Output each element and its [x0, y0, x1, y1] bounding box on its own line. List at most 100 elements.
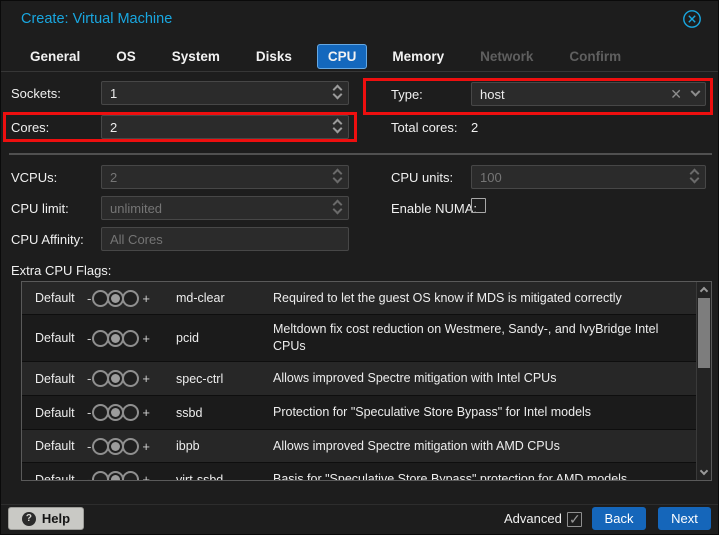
question-mark-icon: ?	[22, 512, 36, 526]
flag-name: virt-ssbd	[176, 473, 273, 482]
scroll-down-icon[interactable]	[700, 467, 708, 475]
cpu-type-label: Type:	[391, 87, 423, 102]
advanced-label: Advanced	[504, 511, 562, 526]
slider-stop-on[interactable]	[122, 404, 139, 421]
tab-network: Network	[469, 44, 544, 69]
cpu-units-input[interactable]: 100	[471, 165, 706, 189]
scroll-up-icon[interactable]	[700, 287, 708, 295]
plus-icon[interactable]: +	[139, 291, 153, 306]
flag-row-ssbd: Default -+ ssbd Protection for "Speculat…	[22, 396, 711, 430]
flag-name: pcid	[176, 331, 273, 345]
cpu-flags-table: Default -+ md-clear Required to let the …	[21, 281, 712, 481]
tab-memory[interactable]: Memory	[381, 44, 455, 69]
slider-stop-on[interactable]	[122, 330, 139, 347]
flag-default-label: Default	[22, 439, 84, 453]
plus-icon[interactable]: +	[139, 331, 153, 346]
flag-name: ssbd	[176, 406, 273, 420]
tab-system[interactable]: System	[161, 44, 231, 69]
sockets-value: 1	[110, 86, 326, 101]
cpu-limit-value: unlimited	[110, 201, 326, 216]
flag-name: md-clear	[176, 291, 273, 305]
cpu-units-label: CPU units:	[391, 170, 453, 185]
flag-row-md-clear: Default -+ md-clear Required to let the …	[22, 282, 711, 315]
tabs-separator	[1, 71, 719, 72]
tristate-slider[interactable]: -+	[84, 438, 153, 455]
cores-value: 2	[110, 120, 326, 135]
clear-icon[interactable]: ✕	[670, 87, 682, 101]
flag-description: Protection for "Speculative Store Bypass…	[273, 404, 711, 421]
tab-confirm: Confirm	[558, 44, 632, 69]
flag-name: spec-ctrl	[176, 372, 273, 386]
tristate-slider[interactable]: -+	[84, 370, 153, 387]
tab-general[interactable]: General	[19, 44, 91, 69]
flag-default-label: Default	[22, 473, 84, 482]
vcpus-spinner	[334, 170, 341, 182]
plus-icon[interactable]: +	[139, 371, 153, 386]
flag-description: Allows improved Spectre mitigation with …	[273, 438, 711, 455]
flags-scrollbar[interactable]	[696, 282, 711, 480]
spin-down-icon	[333, 205, 343, 215]
enable-numa-label: Enable NUMA:	[391, 201, 477, 216]
next-button[interactable]: Next	[658, 507, 711, 530]
cpu-limit-spinner	[334, 201, 341, 213]
create-vm-dialog: Create: Virtual Machine General OS Syste…	[0, 0, 719, 535]
vcpus-input: 2	[101, 165, 349, 189]
advanced-checkbox[interactable]	[567, 512, 582, 527]
plus-icon[interactable]: +	[139, 439, 153, 454]
cores-input[interactable]: 2	[101, 115, 349, 139]
flag-description: Meltdown fix cost reduction on Westmere,…	[273, 321, 711, 355]
flag-description: Basis for "Speculative Store Bypass" pro…	[273, 471, 711, 481]
tab-bar: General OS System Disks CPU Memory Netwo…	[19, 41, 646, 71]
spin-down-icon[interactable]	[333, 124, 343, 134]
slider-stop-on[interactable]	[122, 370, 139, 387]
flag-description: Allows improved Spectre mitigation with …	[273, 370, 711, 387]
slider-stop-on[interactable]	[122, 438, 139, 455]
sockets-spinner[interactable]	[334, 86, 341, 98]
spin-down-icon[interactable]	[333, 90, 343, 100]
slider-stop-on[interactable]	[122, 290, 139, 307]
vcpus-value: 2	[110, 170, 326, 185]
cpu-limit-input: unlimited	[101, 196, 349, 220]
dialog-title: Create: Virtual Machine	[21, 11, 172, 27]
tristate-slider[interactable]: -+	[84, 471, 153, 481]
flag-row-ibpb: Default -+ ibpb Allows improved Spectre …	[22, 430, 711, 463]
plus-icon[interactable]: +	[139, 405, 153, 420]
cores-spinner[interactable]	[334, 120, 341, 132]
flag-default-label: Default	[22, 331, 84, 345]
flag-name: ibpb	[176, 439, 273, 453]
tristate-slider[interactable]: -+	[84, 404, 153, 421]
close-icon[interactable]	[682, 9, 702, 29]
tab-disks[interactable]: Disks	[245, 44, 303, 69]
tab-cpu[interactable]: CPU	[317, 44, 368, 69]
cpu-type-combobox[interactable]: host ✕	[471, 82, 706, 106]
vcpus-label: VCPUs:	[11, 170, 57, 185]
extra-cpu-flags-label: Extra CPU Flags:	[11, 263, 111, 278]
cores-label: Cores:	[11, 120, 49, 135]
back-button[interactable]: Back	[592, 507, 646, 530]
sockets-input[interactable]: 1	[101, 81, 349, 105]
spin-down-icon[interactable]	[690, 174, 700, 184]
flag-row-virt-ssbd: Default -+ virt-ssbd Basis for "Speculat…	[22, 463, 711, 481]
help-button[interactable]: ? Help	[8, 507, 84, 530]
total-cores-value: 2	[471, 120, 478, 135]
sockets-label: Sockets:	[11, 86, 61, 101]
flag-row-spec-ctrl: Default -+ spec-ctrl Allows improved Spe…	[22, 362, 711, 396]
flag-row-pcid: Default -+ pcid Meltdown fix cost reduct…	[22, 315, 711, 362]
flag-default-label: Default	[22, 372, 84, 386]
tab-os[interactable]: OS	[105, 44, 147, 69]
slider-stop-on[interactable]	[122, 471, 139, 481]
cpu-units-value: 100	[480, 170, 683, 185]
total-cores-label: Total cores:	[391, 120, 457, 135]
cpu-affinity-input: All Cores	[101, 227, 349, 251]
cpu-limit-label: CPU limit:	[11, 201, 69, 216]
scrollbar-thumb[interactable]	[698, 298, 710, 368]
enable-numa-checkbox[interactable]	[471, 198, 486, 213]
tristate-slider[interactable]: -+	[84, 330, 153, 347]
cpu-units-spinner[interactable]	[691, 170, 698, 182]
chevron-down-icon[interactable]	[691, 86, 701, 96]
spin-down-icon	[333, 174, 343, 184]
plus-icon[interactable]: +	[139, 472, 153, 481]
cpu-type-value: host	[480, 87, 661, 102]
flag-default-label: Default	[22, 291, 84, 305]
tristate-slider[interactable]: -+	[84, 290, 153, 307]
